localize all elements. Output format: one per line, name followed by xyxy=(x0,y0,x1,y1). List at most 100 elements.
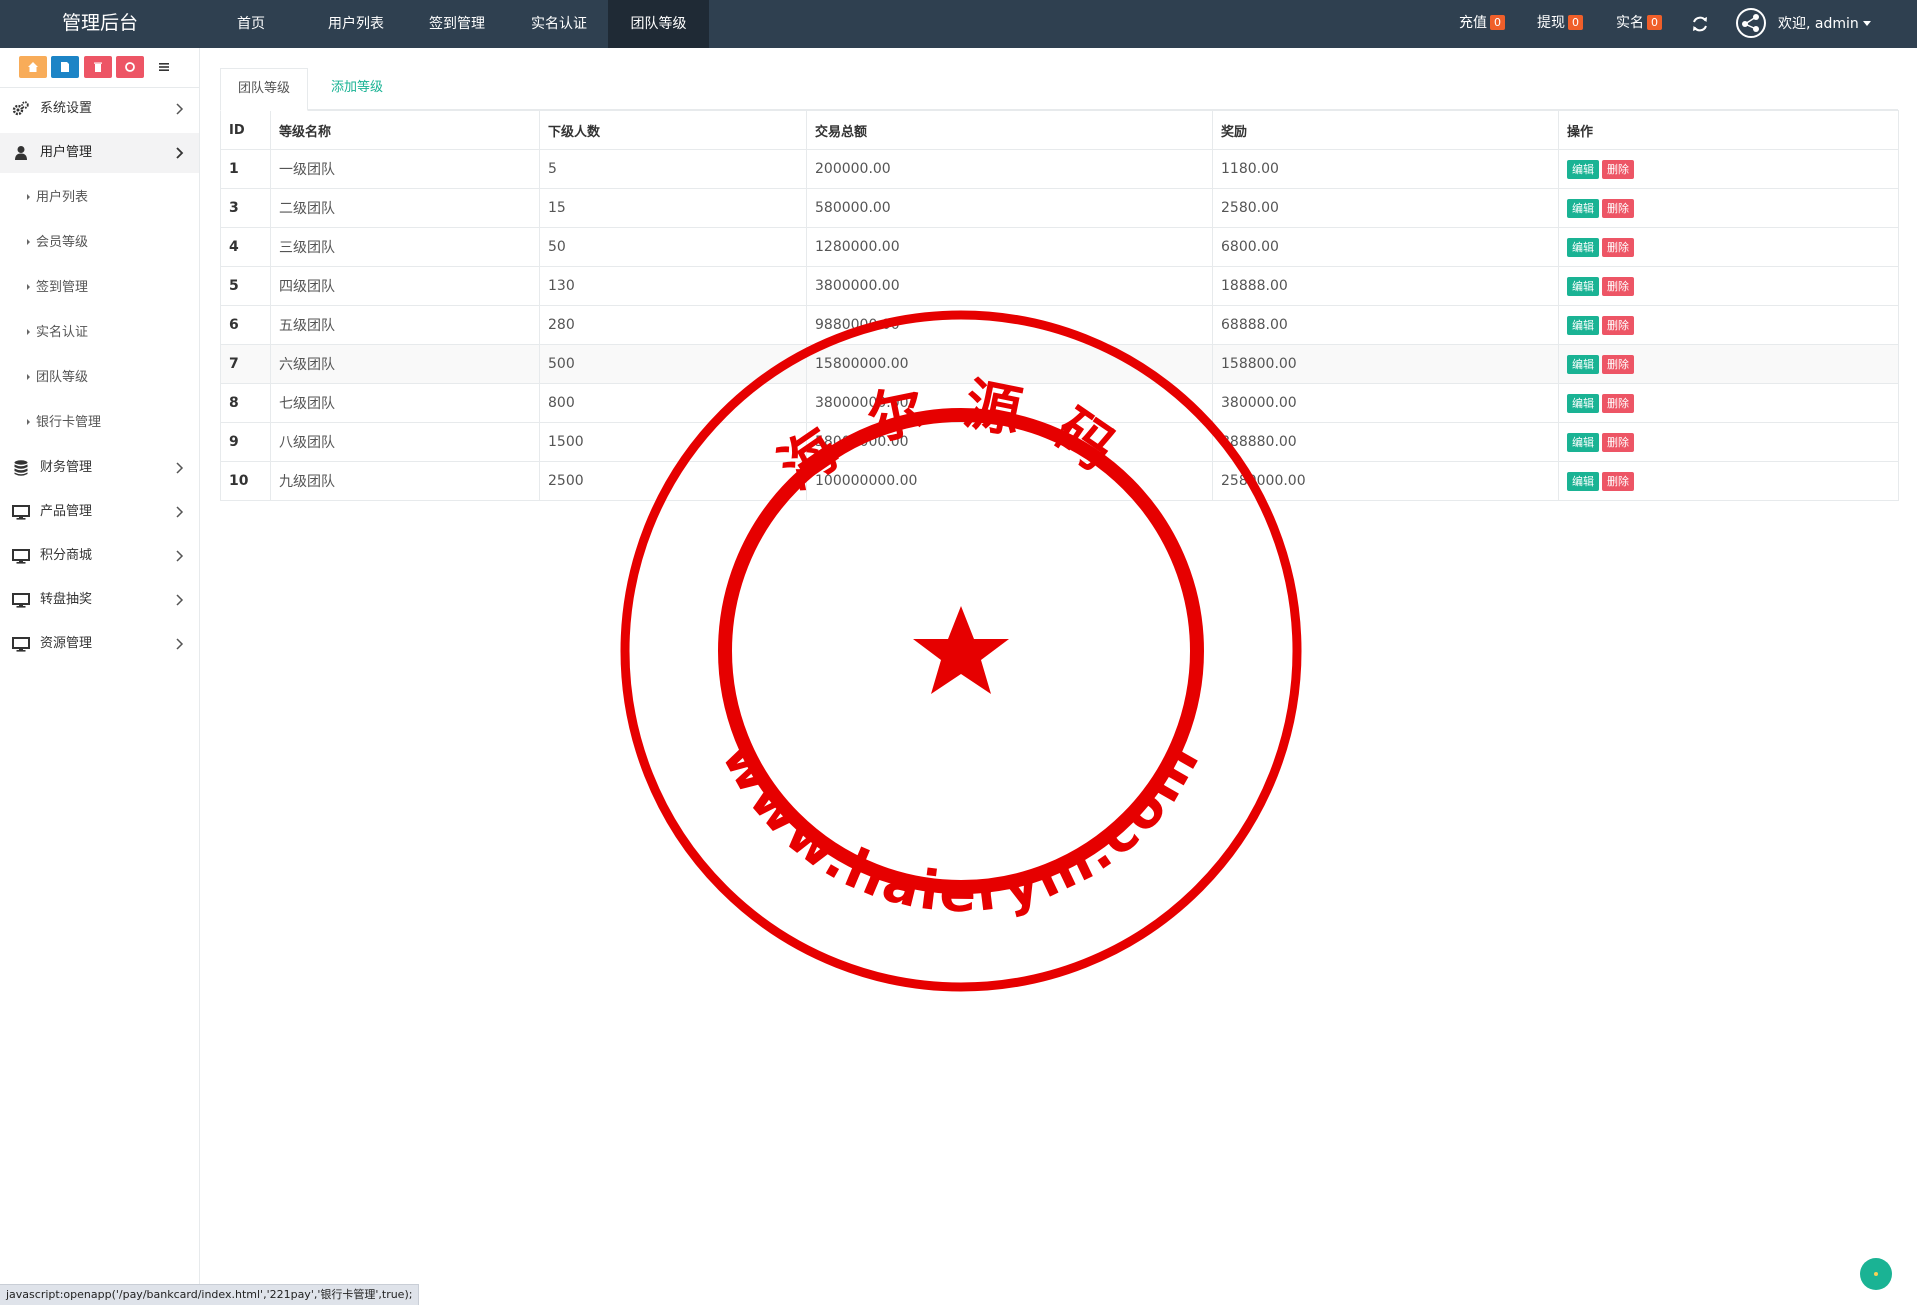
sidebar-divider xyxy=(0,87,199,88)
sidebar-item-label: 系统设置 xyxy=(40,101,93,116)
nav-realname[interactable]: 实名认证 xyxy=(515,0,603,48)
table-row: 5 四级团队 130 3800000.00 18888.00 编辑 删除 xyxy=(220,266,1899,306)
cell-id: 7 xyxy=(220,344,271,384)
cell-actions: 编辑 删除 xyxy=(1558,305,1899,345)
cell-id: 3 xyxy=(220,188,271,228)
refresh-icon[interactable] xyxy=(1690,14,1710,34)
edit-button[interactable]: 编辑 xyxy=(1567,237,1599,257)
chevron-right-icon xyxy=(176,550,184,562)
edit-button[interactable]: 编辑 xyxy=(1567,198,1599,218)
cell-actions: 编辑 删除 xyxy=(1558,227,1899,267)
edit-button[interactable]: 编辑 xyxy=(1567,393,1599,413)
nav-user-list[interactable]: 用户列表 xyxy=(312,0,400,48)
cell-name: 九级团队 xyxy=(270,461,540,501)
column-header-reward: 奖励 xyxy=(1212,110,1559,150)
chevron-right-icon xyxy=(176,594,184,606)
cell-name: 四级团队 xyxy=(270,266,540,306)
table-header-row: ID 等级名称 下级人数 交易总额 奖励 操作 xyxy=(220,110,1899,150)
cell-id: 8 xyxy=(220,383,271,423)
cell-name: 一级团队 xyxy=(270,149,540,189)
submenu-item-user-list[interactable]: 用户列表 xyxy=(0,178,199,218)
cell-name: 八级团队 xyxy=(270,422,540,462)
chevron-right-icon xyxy=(176,103,184,115)
caret-right-icon xyxy=(27,239,30,245)
recharge-counter[interactable]: 充值 0 xyxy=(1459,0,1505,48)
edit-button[interactable]: 编辑 xyxy=(1567,432,1599,452)
quick-recycle-button[interactable] xyxy=(116,56,144,78)
sidebar-item-label: 财务管理 xyxy=(40,460,93,475)
list-icon xyxy=(159,63,169,71)
quick-list-button[interactable] xyxy=(150,56,178,78)
submenu-label: 实名认证 xyxy=(36,325,89,340)
home-icon xyxy=(28,62,38,72)
edit-button[interactable]: 编辑 xyxy=(1567,354,1599,374)
edit-button[interactable]: 编辑 xyxy=(1567,471,1599,491)
sidebar-item-user-management[interactable]: 用户管理 xyxy=(0,133,199,173)
nav-team-level[interactable]: 团队等级 xyxy=(608,0,709,48)
delete-button[interactable]: 删除 xyxy=(1602,159,1634,179)
cell-id: 9 xyxy=(220,422,271,462)
sidebar-item-finance[interactable]: 财务管理 xyxy=(0,448,199,488)
watermark-top-text: 海尔源码 xyxy=(768,372,1154,503)
submenu-label: 会员等级 xyxy=(36,235,89,250)
caret-right-icon xyxy=(27,194,30,200)
delete-button[interactable]: 删除 xyxy=(1602,198,1634,218)
table-row: 3 二级团队 15 580000.00 2580.00 编辑 删除 xyxy=(220,188,1899,228)
submenu-label: 团队等级 xyxy=(36,370,89,385)
delete-button[interactable]: 删除 xyxy=(1602,237,1634,257)
quick-trash-button[interactable] xyxy=(84,56,112,78)
cell-total: 580000.00 xyxy=(806,188,1213,228)
delete-button[interactable]: 删除 xyxy=(1602,432,1634,452)
cell-reward: 2580.00 xyxy=(1212,188,1559,228)
nav-home[interactable]: 首页 xyxy=(218,0,284,48)
submenu-item-member-level[interactable]: 会员等级 xyxy=(0,223,199,263)
cell-actions: 编辑 删除 xyxy=(1558,188,1899,228)
submenu-item-bankcard[interactable]: 银行卡管理 xyxy=(0,403,199,443)
cell-total: 3800000.00 xyxy=(806,266,1213,306)
floating-action-button[interactable] xyxy=(1860,1258,1892,1290)
quick-file-button[interactable] xyxy=(51,56,79,78)
nav-checkin[interactable]: 签到管理 xyxy=(413,0,501,48)
submenu-item-team-level[interactable]: 团队等级 xyxy=(0,358,199,398)
sidebar-item-system-settings[interactable]: 系统设置 xyxy=(0,89,199,129)
sidebar-item-resources[interactable]: 资源管理 xyxy=(0,624,199,664)
delete-button[interactable]: 删除 xyxy=(1602,393,1634,413)
chevron-right-icon xyxy=(176,462,184,474)
edit-button[interactable]: 编辑 xyxy=(1567,315,1599,335)
tab-add-level[interactable]: 添加等级 xyxy=(312,68,402,109)
delete-button[interactable]: 删除 xyxy=(1602,315,1634,335)
column-header-name: 等级名称 xyxy=(270,110,540,150)
chevron-right-icon xyxy=(176,506,184,518)
quick-home-button[interactable] xyxy=(19,56,47,78)
cell-name: 六级团队 xyxy=(270,344,540,384)
delete-button[interactable]: 删除 xyxy=(1602,276,1634,296)
caret-right-icon xyxy=(27,284,30,290)
cell-name: 七级团队 xyxy=(270,383,540,423)
avatar-icon xyxy=(1736,8,1766,38)
cell-id: 6 xyxy=(220,305,271,345)
edit-button[interactable]: 编辑 xyxy=(1567,276,1599,296)
withdraw-counter[interactable]: 提现 0 xyxy=(1537,0,1583,48)
sidebar-item-label: 用户管理 xyxy=(40,145,93,160)
brand-title: 管理后台 xyxy=(61,12,138,34)
column-header-actions: 操作 xyxy=(1558,110,1899,150)
delete-button[interactable]: 删除 xyxy=(1602,354,1634,374)
table-row: 1 一级团队 5 200000.00 1180.00 编辑 删除 xyxy=(220,149,1899,189)
submenu-item-realname[interactable]: 实名认证 xyxy=(0,313,199,353)
cell-actions: 编辑 删除 xyxy=(1558,461,1899,501)
delete-button[interactable]: 删除 xyxy=(1602,471,1634,491)
submenu-item-checkin[interactable]: 签到管理 xyxy=(0,268,199,308)
sidebar-item-lucky-wheel[interactable]: 转盘抽奖 xyxy=(0,580,199,620)
cell-count: 5 xyxy=(539,149,807,189)
realname-label: 实名 xyxy=(1616,15,1644,31)
recharge-label: 充值 xyxy=(1459,15,1487,31)
star-icon xyxy=(913,606,1009,694)
desktop-icon xyxy=(12,593,30,608)
tab-team-level[interactable]: 团队等级 xyxy=(220,68,308,111)
database-icon xyxy=(14,460,28,476)
sidebar-item-points-mall[interactable]: 积分商城 xyxy=(0,536,199,576)
edit-button[interactable]: 编辑 xyxy=(1567,159,1599,179)
cell-total: 1280000.00 xyxy=(806,227,1213,267)
sidebar-item-products[interactable]: 产品管理 xyxy=(0,492,199,532)
realname-counter[interactable]: 实名 0 xyxy=(1616,0,1662,48)
